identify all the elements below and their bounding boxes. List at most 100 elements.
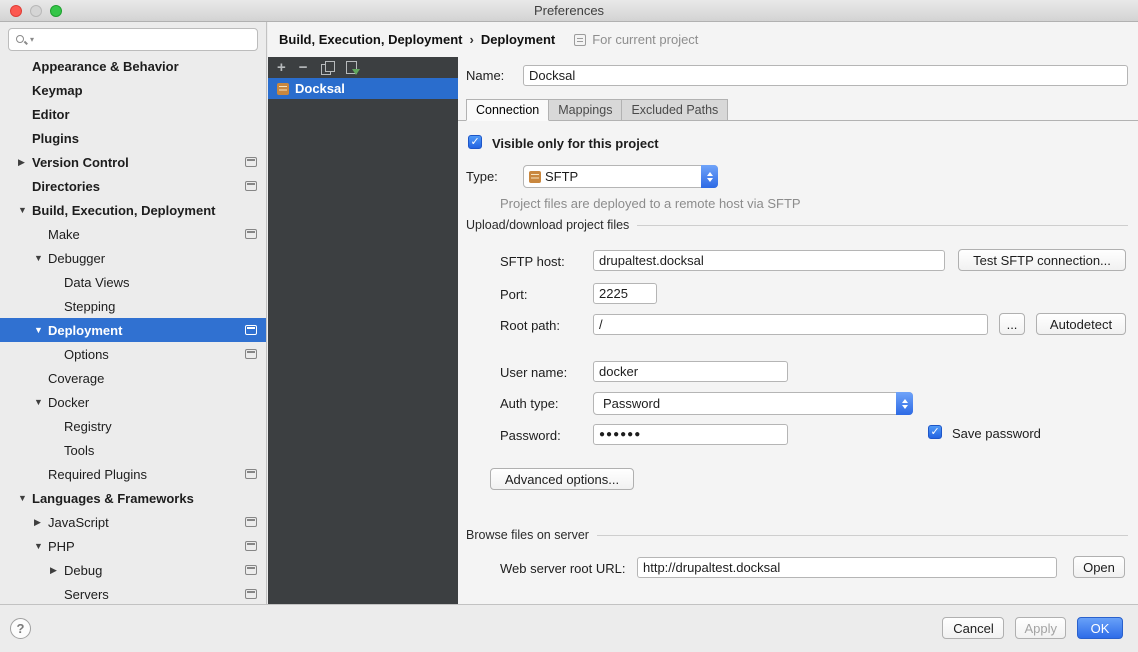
tab-excluded-paths[interactable]: Excluded Paths [622,99,728,121]
sidebar-item-coverage[interactable]: Coverage [0,366,266,390]
apply-button[interactable]: Apply [1015,617,1066,639]
settings-tree: Appearance & Behavior Keymap Editor Plug… [0,54,266,604]
cancel-button[interactable]: Cancel [942,617,1004,639]
sftp-type-icon [529,171,541,183]
sidebar-item-keymap[interactable]: Keymap [0,78,266,102]
sidebar-item-appearance-behavior[interactable]: Appearance & Behavior [0,54,266,78]
expand-arrow-icon[interactable] [18,198,32,222]
stepper-icon[interactable] [701,165,718,188]
breadcrumb-section[interactable]: Build, Execution, Deployment [279,32,462,47]
sidebar-item-label: JavaScript [48,515,109,530]
remove-server-button[interactable]: − [299,57,308,78]
breadcrumb: Build, Execution, Deployment › Deploymen… [268,22,1138,57]
expand-arrow-icon[interactable] [34,318,48,342]
save-password-label: Save password [952,426,1041,441]
chevron-down-icon[interactable]: ▾ [30,35,34,44]
deployment-form: Name: Connection Mappings Excluded Paths… [458,57,1138,604]
browse-root-path-button[interactable]: ... [999,313,1025,335]
tab-mappings[interactable]: Mappings [549,99,622,121]
sidebar-item-servers[interactable]: Servers [0,582,266,604]
sftp-host-input[interactable] [593,250,945,271]
project-scope-icon [245,349,257,359]
help-icon[interactable]: ? [10,618,31,639]
sidebar-item-required-plugins[interactable]: Required Plugins [0,462,266,486]
sftp-host-label: SFTP host: [500,254,565,269]
sidebar-item-label: Tools [64,443,94,458]
tab-connection[interactable]: Connection [466,99,549,121]
search-box[interactable]: ▾ [8,28,258,51]
open-button[interactable]: Open [1073,556,1125,578]
sidebar-item-registry[interactable]: Registry [0,414,266,438]
root-path-input[interactable] [593,314,988,335]
port-label: Port: [500,287,527,302]
expand-arrow-icon[interactable] [34,390,48,414]
sidebar-item-debugger[interactable]: Debugger [0,246,266,270]
sidebar-item-label: Directories [32,179,100,194]
project-scope-icon [245,541,257,551]
save-password-checkbox[interactable] [928,425,942,439]
visible-only-checkbox[interactable] [468,135,482,149]
sidebar-item-docker[interactable]: Docker [0,390,266,414]
current-project-icon [574,34,586,46]
project-scope-icon [245,229,257,239]
user-name-input[interactable] [593,361,788,382]
auth-type-select[interactable]: Password [593,392,913,415]
sidebar-item-stepping[interactable]: Stepping [0,294,266,318]
type-select[interactable]: SFTP [523,165,718,188]
collapse-arrow-icon[interactable] [18,150,32,174]
port-input[interactable] [593,283,657,304]
ok-button[interactable]: OK [1077,617,1123,639]
sidebar-item-javascript[interactable]: JavaScript [0,510,266,534]
sidebar-item-label: Registry [64,419,112,434]
password-input[interactable] [593,424,788,445]
sidebar-item-label: Stepping [64,299,115,314]
server-list-item-docksal[interactable]: Docksal [268,78,458,99]
sidebar-item-plugins[interactable]: Plugins [0,126,266,150]
expand-arrow-icon[interactable] [34,246,48,270]
web-root-input[interactable] [637,557,1057,578]
zoom-window-button[interactable] [50,5,62,17]
name-input[interactable] [523,65,1128,86]
sidebar-item-deployment[interactable]: Deployment [0,318,266,342]
sidebar-item-debug[interactable]: Debug [0,558,266,582]
paste-server-icon[interactable] [346,61,358,74]
settings-sidebar: ▾ Appearance & Behavior Keymap Editor Pl… [0,22,267,604]
root-path-label: Root path: [500,318,560,333]
auth-type-value: Password [599,396,896,411]
sidebar-item-label: Appearance & Behavior [32,59,179,74]
sidebar-item-build-execution-deployment[interactable]: Build, Execution, Deployment [0,198,266,222]
sidebar-item-make[interactable]: Make [0,222,266,246]
expand-arrow-icon[interactable] [34,534,48,558]
sidebar-item-directories[interactable]: Directories [0,174,266,198]
name-label: Name: [466,68,504,83]
close-window-button[interactable] [10,5,22,17]
sidebar-item-label: Required Plugins [48,467,147,482]
browse-section-title: Browse files on server [466,528,589,542]
sidebar-item-version-control[interactable]: Version Control [0,150,266,174]
collapse-arrow-icon[interactable] [34,510,48,534]
sidebar-item-tools[interactable]: Tools [0,438,266,462]
server-icon [277,83,289,95]
sidebar-item-options[interactable]: Options [0,342,266,366]
breadcrumb-page: Deployment [481,32,555,47]
user-name-label: User name: [500,365,567,380]
autodetect-button[interactable]: Autodetect [1036,313,1126,335]
copy-server-icon[interactable] [321,61,333,74]
breadcrumb-separator-icon: › [469,32,473,47]
advanced-options-button[interactable]: Advanced options... [490,468,634,490]
footer-buttons: Cancel Apply OK [942,617,1123,639]
search-input[interactable] [37,31,251,49]
sidebar-item-languages-frameworks[interactable]: Languages & Frameworks [0,486,266,510]
chevron-down-icon [707,178,713,182]
sidebar-item-editor[interactable]: Editor [0,102,266,126]
collapse-arrow-icon[interactable] [50,558,64,582]
search-icon [15,34,27,46]
sidebar-item-label: Docker [48,395,89,410]
test-sftp-connection-button[interactable]: Test SFTP connection... [958,249,1126,271]
sidebar-item-data-views[interactable]: Data Views [0,270,266,294]
add-server-button[interactable]: + [277,57,286,78]
expand-arrow-icon[interactable] [18,486,32,510]
stepper-icon[interactable] [896,392,913,415]
sidebar-item-php[interactable]: PHP [0,534,266,558]
project-scope-icon [245,181,257,191]
